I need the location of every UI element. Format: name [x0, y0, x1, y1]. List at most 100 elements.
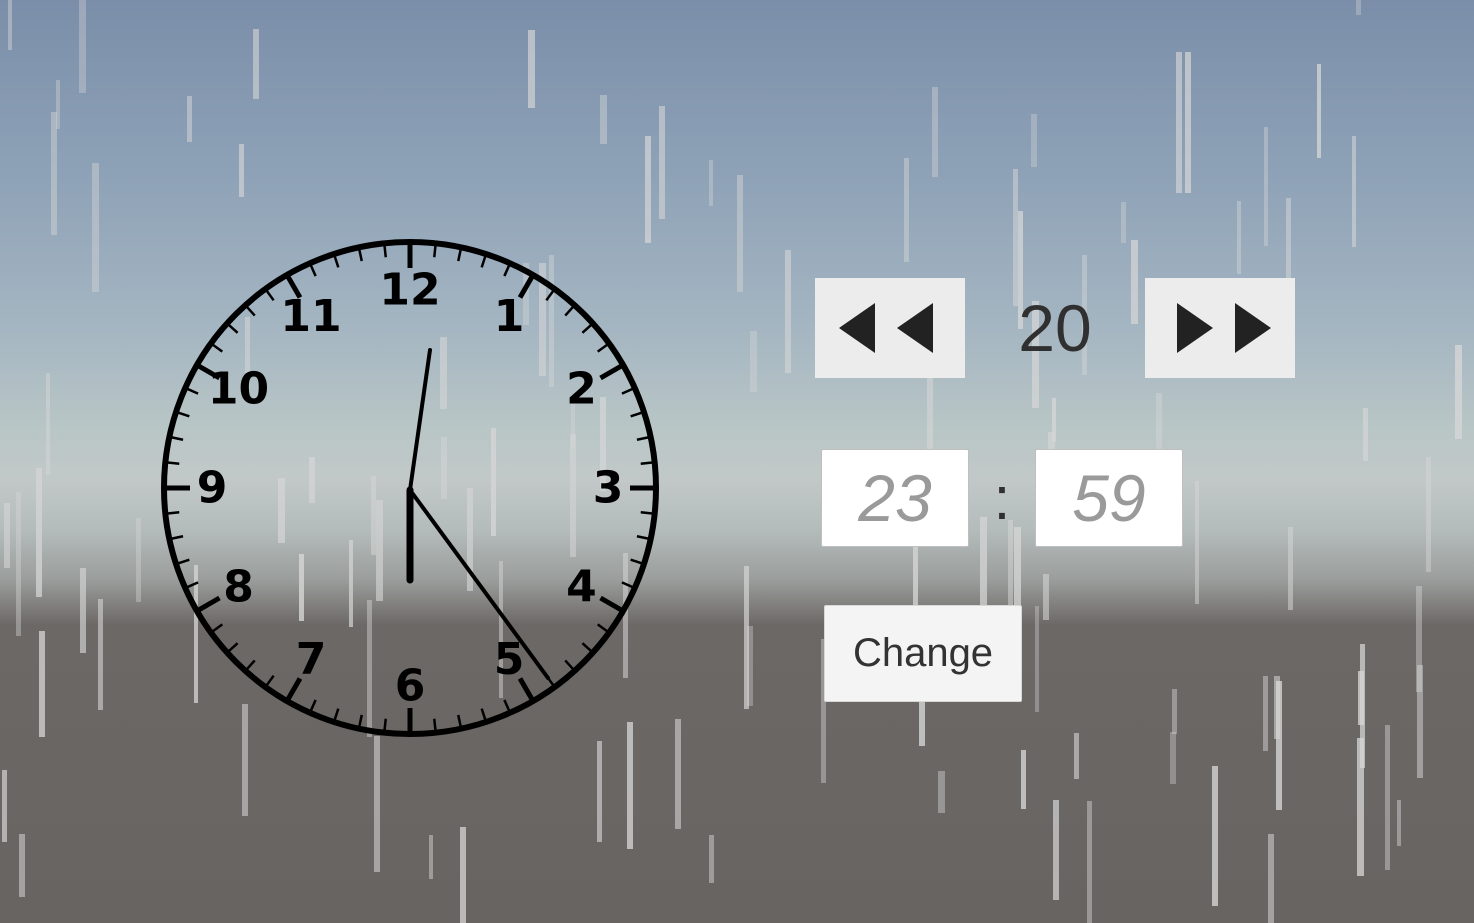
clock-minute-tick [596, 623, 610, 634]
rain-drop [56, 80, 60, 129]
clock-number-3: 3 [593, 463, 624, 514]
clock-minute-tick [244, 659, 256, 672]
clock-minute-tick [640, 511, 655, 515]
minute-input[interactable] [1035, 449, 1183, 547]
rain-drop [1031, 114, 1037, 167]
rain-drop [750, 331, 757, 392]
rain-drop [1172, 689, 1177, 734]
rain-drop [2, 770, 7, 842]
rain-drop [744, 566, 749, 709]
rain-drop [1237, 201, 1241, 274]
rain-drop [98, 599, 103, 710]
minute-hand [408, 348, 432, 492]
rain-drop [460, 827, 466, 923]
rain-drop [1052, 398, 1056, 442]
rain-drop [938, 771, 945, 813]
rain-drop [19, 834, 25, 897]
rain-drop [675, 719, 681, 829]
clock-minute-tick [165, 461, 180, 465]
rain-drop [1288, 527, 1293, 610]
clock-minute-tick [581, 642, 594, 654]
rain-drop [8, 0, 12, 50]
rain-drop [785, 250, 791, 373]
clock-number-10: 10 [208, 364, 269, 415]
clock-minute-tick [210, 623, 224, 634]
fast-forward-icon [1177, 303, 1271, 353]
clock-minute-tick [433, 243, 437, 258]
rain-drop [1274, 676, 1280, 739]
clock-number-1: 1 [494, 291, 525, 342]
rain-drop [600, 95, 607, 144]
second-hand [408, 488, 550, 680]
rain-drop [1170, 732, 1176, 784]
rain-drop [737, 175, 743, 292]
rain-drop [1357, 738, 1364, 876]
rewind-icon [839, 303, 933, 353]
clock-number-8: 8 [223, 562, 254, 613]
clock-number-6: 6 [395, 661, 426, 712]
rain-drop [659, 106, 665, 219]
rain-drop [1053, 800, 1059, 900]
rain-drop [429, 835, 433, 879]
rain-drop [79, 0, 86, 93]
clock-minute-tick [165, 511, 180, 515]
rain-drop [1263, 676, 1268, 751]
analog-clock: 121234567891011 [161, 239, 659, 737]
rewind-button[interactable] [815, 278, 965, 378]
rain-drop [1455, 345, 1462, 439]
rain-drop [136, 518, 141, 602]
clock-minute-tick [264, 674, 275, 688]
rain-drop [645, 136, 651, 243]
clock-hour-tick [599, 362, 625, 381]
rain-drop [932, 87, 938, 177]
clock-number-4: 4 [566, 562, 597, 613]
rain-drop [1360, 644, 1365, 768]
clock-hour-tick [195, 595, 221, 614]
rain-drop [1356, 0, 1361, 15]
clock-minute-tick [226, 322, 239, 334]
rain-drop [1276, 681, 1282, 810]
rain-drop [187, 96, 192, 142]
fast-forward-button[interactable] [1145, 278, 1295, 378]
clock-minute-tick [545, 288, 556, 302]
rain-drop [1268, 834, 1274, 923]
clock-minute-tick [210, 342, 224, 353]
clock-minute-tick [581, 322, 594, 334]
hour-input[interactable] [821, 449, 969, 547]
clock-number-7: 7 [296, 634, 327, 685]
rain-drop [1087, 801, 1092, 923]
rain-drop [1358, 671, 1364, 725]
rain-drop [1195, 481, 1199, 604]
rain-drop [39, 631, 45, 737]
rain-drop [1185, 52, 1191, 193]
rain-drop [1212, 766, 1218, 906]
rain-drop [1035, 606, 1039, 712]
rain-drop [1317, 64, 1321, 158]
change-button[interactable]: Change [824, 605, 1022, 702]
rain-drop [597, 741, 602, 842]
rain-drop [747, 626, 753, 706]
rain-drop [904, 158, 909, 262]
rain-drop [1176, 52, 1182, 193]
rain-drop [1074, 733, 1079, 779]
rain-drop [80, 568, 86, 653]
clock-minute-tick [640, 461, 655, 465]
rain-drop [46, 373, 50, 475]
clock-number-12: 12 [379, 265, 440, 316]
rain-drop [1121, 202, 1126, 243]
clock-minute-tick [264, 288, 275, 302]
rain-drop [1426, 457, 1431, 572]
rain-drop [1397, 800, 1401, 846]
rain-drop [239, 144, 244, 197]
rain-drop [1043, 574, 1049, 620]
rain-drop [16, 492, 21, 636]
rain-drop [4, 503, 10, 568]
time-speed-value: 20 [1018, 291, 1092, 365]
rain-drop [1385, 725, 1390, 870]
clock-minute-tick [564, 659, 576, 672]
rain-drop [1417, 665, 1423, 778]
rain-drop [709, 160, 713, 206]
clock-number-2: 2 [566, 364, 597, 415]
clock-minute-tick [433, 718, 437, 733]
clock-minute-tick [226, 642, 239, 654]
